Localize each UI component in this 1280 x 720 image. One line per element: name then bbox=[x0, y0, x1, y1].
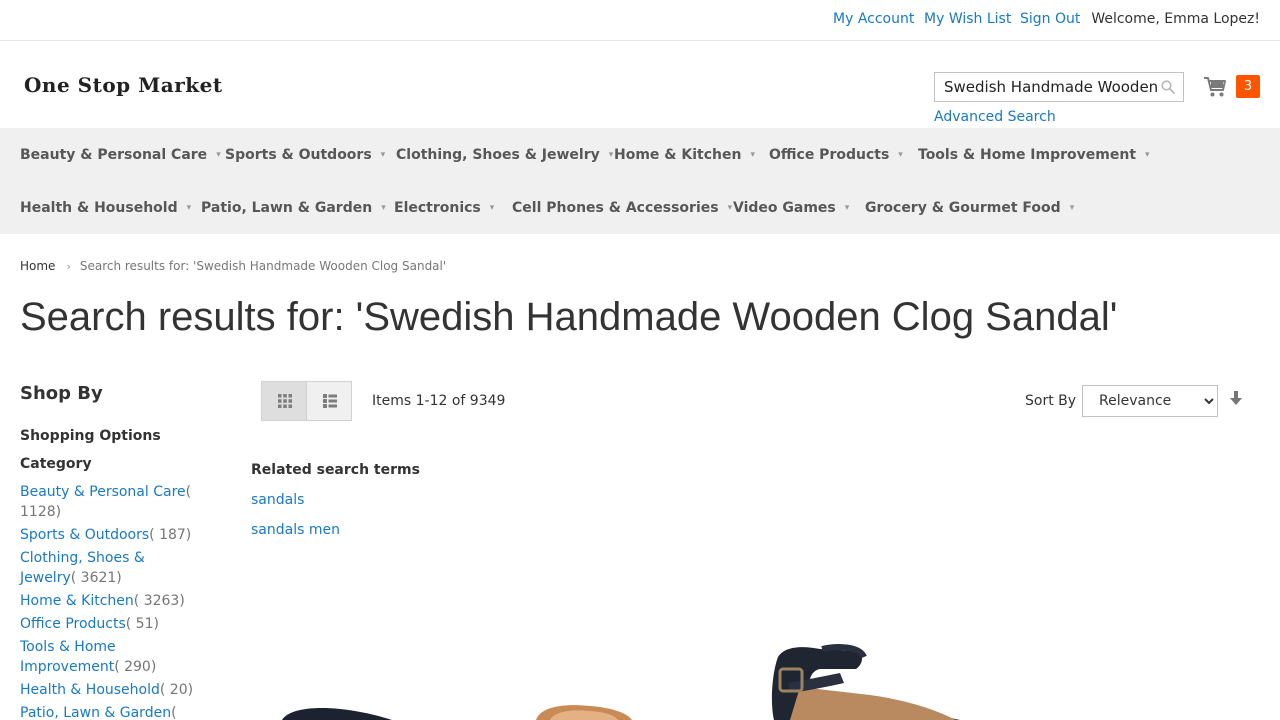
breadcrumb-home-link[interactable]: Home bbox=[20, 259, 55, 273]
category-link[interactable]: Patio, Lawn & Garden bbox=[20, 705, 171, 720]
category-count: ( 290) bbox=[114, 659, 157, 675]
category-filter-item[interactable]: Sports & Outdoors( 187) bbox=[20, 525, 200, 545]
related-search-term-link[interactable]: sandals men bbox=[251, 522, 340, 538]
toolbar-items-count: Items 1-12 of 9349 bbox=[372, 393, 506, 409]
site-logo[interactable]: One Stop Market bbox=[24, 73, 223, 97]
product-image[interactable] bbox=[760, 643, 980, 720]
advanced-search-link[interactable]: Advanced Search bbox=[934, 109, 1056, 125]
breadcrumb: Home › Search results for: 'Swedish Handma… bbox=[20, 259, 446, 273]
top-header-bar: My Account My Wish List Sign Out Welcome… bbox=[0, 0, 1280, 41]
nav-item-label: Electronics bbox=[394, 200, 481, 216]
chevron-down-icon: ▾ bbox=[216, 150, 221, 160]
category-count: ( 20) bbox=[159, 682, 194, 698]
chevron-right-icon: › bbox=[66, 260, 71, 273]
nav-item-video-games[interactable]: Video Games ▾ bbox=[733, 200, 849, 216]
category-count: ( 187) bbox=[149, 527, 192, 543]
chevron-down-icon: ▾ bbox=[898, 150, 903, 160]
category-filter-item[interactable]: Health & Household( 20) bbox=[20, 680, 200, 700]
category-link[interactable]: Sports & Outdoors bbox=[20, 527, 149, 543]
my-account-link[interactable]: My Account bbox=[833, 11, 914, 27]
chevron-down-icon: ▾ bbox=[381, 203, 386, 213]
category-link[interactable]: Office Products bbox=[20, 616, 126, 632]
nav-item-label: Office Products bbox=[769, 147, 890, 163]
category-filter-item[interactable]: Patio, Lawn & Garden( 29) bbox=[20, 703, 200, 720]
nav-item-label: Cell Phones & Accessories bbox=[512, 200, 719, 216]
product-image[interactable] bbox=[270, 700, 410, 720]
related-search-terms-heading: Related search terms bbox=[251, 462, 420, 478]
category-filter-list: Beauty & Personal Care( 1128) Sports & O… bbox=[20, 482, 200, 720]
grid-icon bbox=[278, 394, 292, 408]
category-filter-item[interactable]: Clothing, Shoes & Jewelry( 3621) bbox=[20, 548, 200, 588]
category-count: ( 51) bbox=[125, 616, 159, 632]
nav-item-patio-lawn-garden[interactable]: Patio, Lawn & Garden ▾ bbox=[201, 200, 386, 216]
chevron-down-icon: ▾ bbox=[1069, 203, 1075, 213]
sign-out-link[interactable]: Sign Out bbox=[1020, 11, 1080, 27]
shop-by-heading: Shop By bbox=[20, 383, 103, 404]
nav-item-clothing-shoes-jewelry[interactable]: Clothing, Shoes & Jewelry ▾ bbox=[396, 147, 613, 163]
welcome-message: Welcome, Emma Lopez! bbox=[1091, 11, 1260, 27]
nav-item-health-household[interactable]: Health & Household ▾ bbox=[20, 200, 191, 216]
list-view-button[interactable] bbox=[307, 382, 352, 420]
sort-by-select[interactable]: Relevance bbox=[1082, 385, 1218, 417]
chevron-down-icon: ▾ bbox=[1145, 150, 1150, 160]
chevron-down-icon: ▾ bbox=[489, 203, 495, 213]
category-link[interactable]: Health & Household bbox=[20, 682, 160, 698]
cart-icon[interactable] bbox=[1203, 76, 1227, 98]
nav-item-label: Tools & Home Improvement bbox=[918, 147, 1137, 163]
cart-count-badge[interactable]: 3 bbox=[1236, 75, 1260, 98]
nav-item-home-kitchen[interactable]: Home & Kitchen ▾ bbox=[614, 147, 755, 163]
category-filter-item[interactable]: Tools & Home Improvement( 290) bbox=[20, 637, 200, 677]
nav-item-grocery-gourmet-food[interactable]: Grocery & Gourmet Food ▾ bbox=[865, 200, 1074, 216]
category-filter-item[interactable]: Beauty & Personal Care( 1128) bbox=[20, 482, 200, 522]
nav-item-label: Video Games bbox=[733, 200, 836, 216]
chevron-down-icon: ▾ bbox=[380, 150, 386, 160]
chevron-down-icon: ▾ bbox=[727, 203, 733, 213]
category-link[interactable]: Home & Kitchen bbox=[20, 593, 134, 609]
nav-item-label: Patio, Lawn & Garden bbox=[201, 200, 373, 216]
nav-item-label: Sports & Outdoors bbox=[225, 147, 372, 163]
nav-item-tools-home-improvement[interactable]: Tools & Home Improvement ▾ bbox=[918, 147, 1150, 163]
nav-item-label: Home & Kitchen bbox=[614, 147, 742, 163]
view-mode-switcher bbox=[261, 381, 352, 421]
category-filter-title[interactable]: Category bbox=[20, 456, 92, 472]
nav-item-label: Grocery & Gourmet Food bbox=[865, 200, 1061, 216]
nav-item-beauty-personal-care[interactable]: Beauty & Personal Care ▾ bbox=[20, 147, 221, 163]
nav-item-office-products[interactable]: Office Products ▾ bbox=[769, 147, 903, 163]
product-image[interactable] bbox=[520, 700, 650, 720]
category-count: ( 3263) bbox=[133, 593, 185, 609]
nav-item-label: Clothing, Shoes & Jewelry bbox=[396, 147, 600, 163]
grid-view-button[interactable] bbox=[262, 382, 307, 420]
search-input[interactable] bbox=[935, 73, 1157, 101]
nav-item-electronics[interactable]: Electronics ▾ bbox=[394, 200, 494, 216]
page-title: Search results for: 'Swedish Handmade Wo… bbox=[20, 295, 1118, 339]
related-search-term-link[interactable]: sandals bbox=[251, 492, 304, 508]
nav-item-cell-phones-accessories[interactable]: Cell Phones & Accessories ▾ bbox=[512, 200, 732, 216]
sort-direction-arrow-icon[interactable] bbox=[1229, 391, 1243, 407]
list-icon bbox=[323, 394, 337, 408]
shopping-options-heading: Shopping Options bbox=[20, 428, 161, 444]
breadcrumb-current: Search results for: 'Swedish Handmade Wo… bbox=[79, 259, 447, 273]
main-navigation: Beauty & Personal Care ▾ Sports & Outdoor… bbox=[0, 128, 1280, 234]
nav-item-sports-outdoors[interactable]: Sports & Outdoors ▾ bbox=[225, 147, 385, 163]
chevron-down-icon: ▾ bbox=[844, 203, 850, 213]
chevron-down-icon: ▾ bbox=[186, 203, 192, 213]
category-filter-item[interactable]: Office Products( 51) bbox=[20, 614, 200, 634]
sort-by-label: Sort By bbox=[1025, 393, 1077, 409]
chevron-down-icon: ▾ bbox=[750, 150, 755, 160]
search-box bbox=[934, 72, 1184, 102]
category-link[interactable]: Tools & Home Improvement bbox=[20, 639, 116, 675]
nav-item-label: Beauty & Personal Care bbox=[20, 147, 208, 163]
category-filter-item[interactable]: Home & Kitchen( 3263) bbox=[20, 591, 200, 611]
nav-item-label: Health & Household bbox=[20, 200, 178, 216]
category-count: ( 3621) bbox=[70, 570, 122, 586]
chevron-down-icon: ▾ bbox=[608, 150, 614, 160]
my-wish-list-link[interactable]: My Wish List bbox=[924, 11, 1011, 27]
category-link[interactable]: Beauty & Personal Care bbox=[20, 484, 186, 500]
search-icon[interactable] bbox=[1161, 80, 1175, 94]
